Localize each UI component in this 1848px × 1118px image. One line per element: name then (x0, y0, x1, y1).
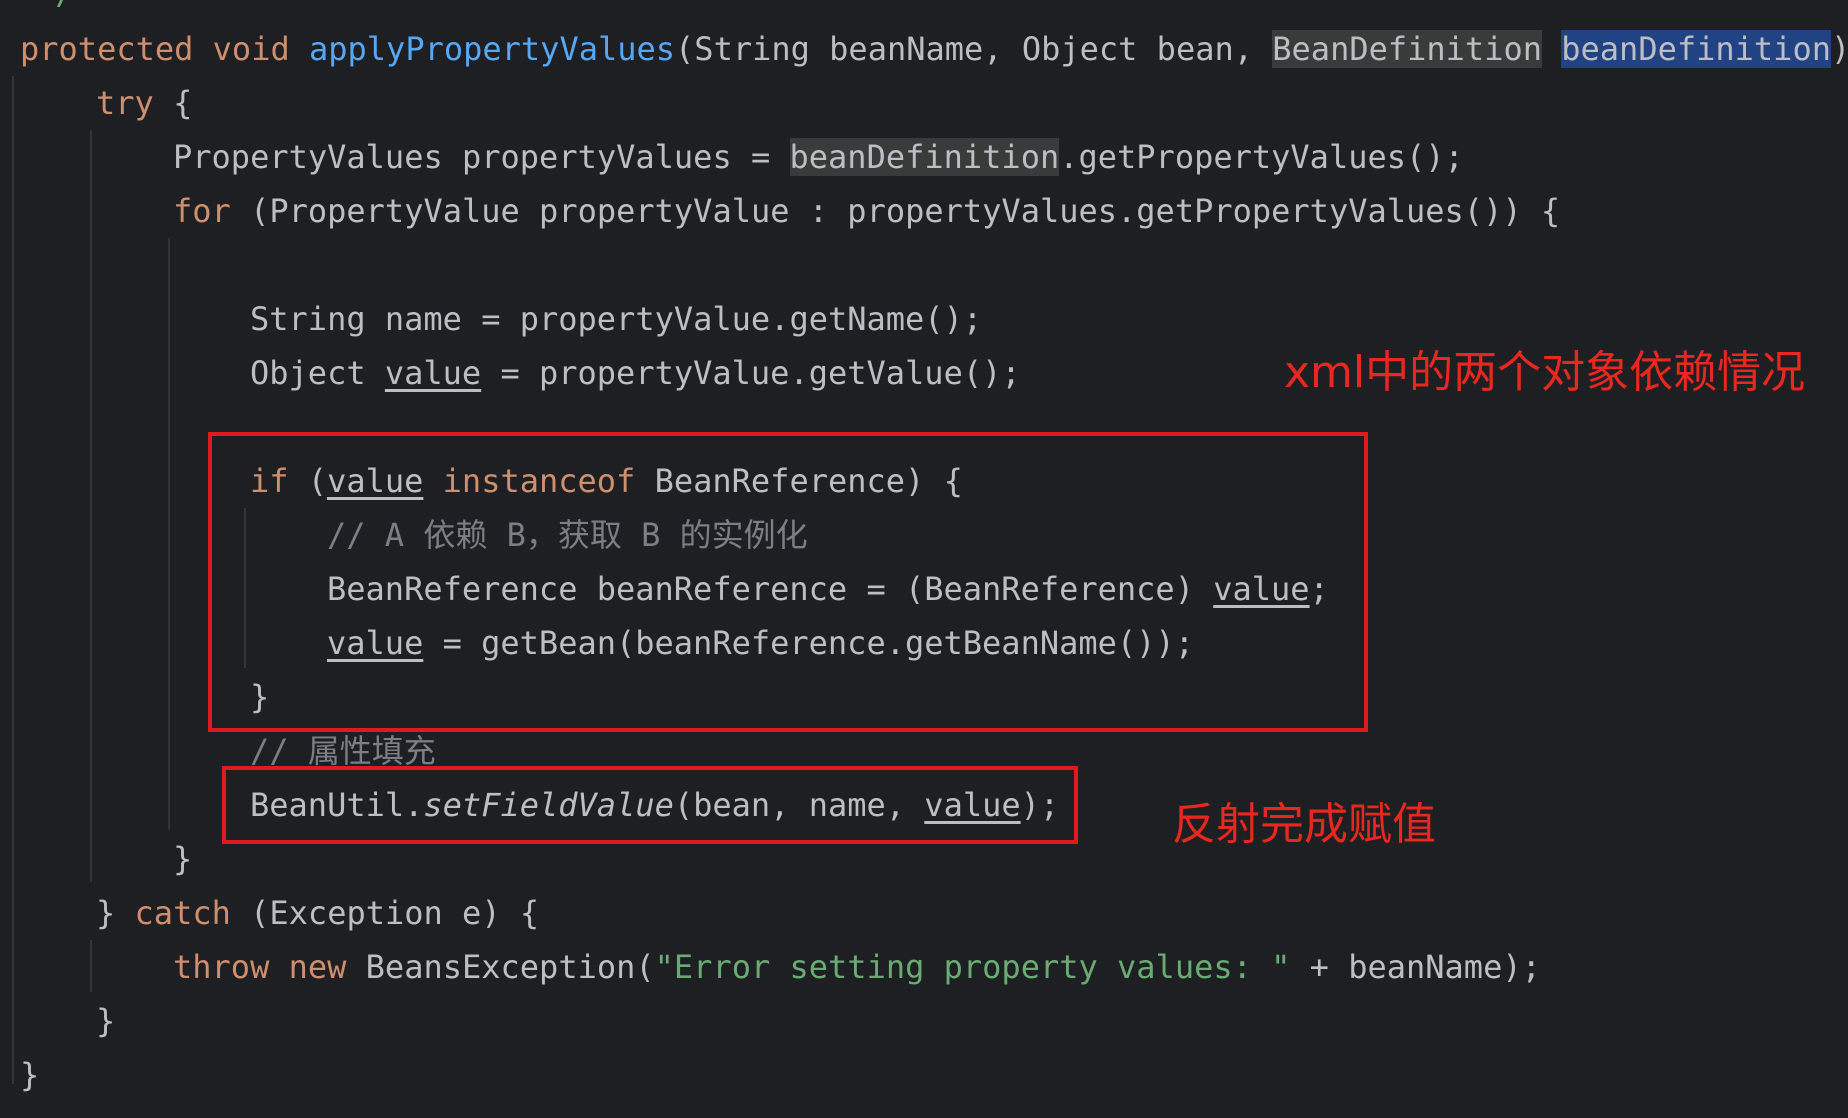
keyword-try: try (96, 84, 154, 122)
code-line-method-signature[interactable]: protected void applyPropertyValues(Strin… (20, 22, 1848, 76)
annotation-reflection: 反射完成赋值 (1172, 799, 1436, 850)
keyword-catch: catch (134, 894, 231, 932)
code-line-name[interactable]: String name = propertyValue.getName(); (250, 292, 982, 346)
code-text: (Exception e) { (230, 894, 540, 932)
code-text: String name = propertyValue.getName(); (250, 300, 983, 338)
code-text: Object (250, 354, 385, 392)
code-text: PropertyValues propertyValues = (173, 138, 790, 176)
variable-value: value (384, 354, 482, 392)
code-text: { (153, 84, 193, 122)
keyword-protected: protected (20, 30, 194, 68)
code-line-method-close[interactable]: } (20, 1048, 39, 1102)
code-text: = propertyValue.getValue(); (481, 354, 1021, 392)
code-line-throw[interactable]: throw new BeansException("Error setting … (173, 940, 1541, 994)
annotation-dependency: xml中的两个对象依赖情况 (1284, 347, 1806, 398)
code-line-value[interactable]: Object value = propertyValue.getValue(); (250, 346, 1021, 400)
keyword-throw: throw (173, 948, 270, 986)
usage-highlight: beanDefinition (789, 138, 1060, 176)
code-line-catch[interactable]: } catch (Exception e) { (96, 886, 539, 940)
code-text: + beanName); (1290, 948, 1541, 986)
code-line-for[interactable]: for (PropertyValue propertyValue : prope… (173, 184, 1560, 238)
code-text: (PropertyValue propertyValue : propertyV… (230, 192, 1561, 230)
code-text: .getPropertyValues(); (1059, 138, 1464, 176)
brace: } (173, 840, 193, 878)
code-text: } (96, 894, 135, 932)
indent-guide (168, 238, 170, 830)
method-name: applyPropertyValues (308, 30, 676, 68)
indent-guide (12, 76, 14, 1084)
code-line-try[interactable]: try { (96, 76, 192, 130)
code-line-property-values[interactable]: PropertyValues propertyValues = beanDefi… (173, 130, 1464, 184)
indent-guide (90, 940, 92, 992)
code-text: BeansException( (346, 948, 655, 986)
paren-close: ) (1831, 30, 1848, 68)
parameter-list: (String beanName, Object bean, (675, 30, 1273, 68)
param-name-selected: beanDefinition (1561, 30, 1831, 68)
highlight-box-dependency (208, 432, 1368, 732)
param-type-highlight: BeanDefinition (1272, 30, 1542, 68)
code-line-for-close[interactable]: } (173, 832, 192, 886)
code-line-catch-close[interactable]: } (96, 994, 115, 1048)
string-literal: "Error setting property values: " (654, 948, 1291, 986)
code-editor[interactable]: */ protected void applyPropertyValues(St… (0, 0, 1848, 1118)
brace: } (96, 1002, 116, 1040)
keyword-new: new (288, 948, 347, 986)
keyword-for: for (173, 192, 231, 230)
highlight-box-reflection (222, 766, 1078, 844)
keyword-void: void (212, 30, 290, 68)
indent-guide (90, 130, 92, 882)
brace: } (20, 1056, 40, 1094)
comment-text: // 属性填充 (250, 732, 436, 770)
comment-end-stub: */ (36, 0, 75, 12)
